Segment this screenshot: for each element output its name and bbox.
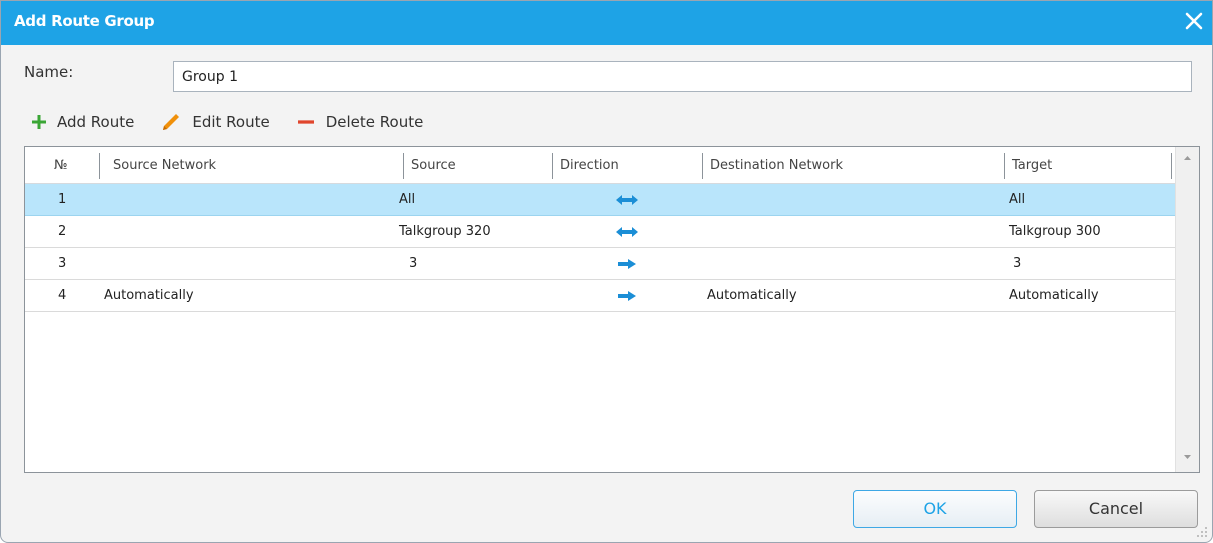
table-row[interactable]: 3 3 3 (25, 248, 1175, 280)
column-header-destination-network[interactable]: Destination Network (704, 147, 843, 184)
row-number: 1 (58, 192, 67, 207)
column-header-source[interactable]: Source (405, 147, 456, 184)
target-cell: 3 (1013, 256, 1022, 271)
add-route-button[interactable]: Add Route (31, 113, 134, 131)
routes-table-body: № Source Network Source Direction Destin… (25, 147, 1175, 472)
scroll-up-icon[interactable] (1176, 149, 1199, 167)
delete-route-label: Delete Route (325, 113, 424, 131)
routes-table: № Source Network Source Direction Destin… (24, 146, 1200, 473)
row-number: 2 (58, 224, 67, 239)
resize-grip-icon[interactable] (1196, 526, 1208, 538)
table-row[interactable]: 1 All All (25, 184, 1175, 216)
target-cell: All (1009, 192, 1026, 207)
double-arrow-icon (615, 226, 639, 238)
dialog-titlebar: Add Route Group (1, 1, 1212, 45)
table-row[interactable]: 2 Talkgroup 320 Talkgroup 300 (25, 216, 1175, 248)
name-input[interactable] (173, 61, 1192, 92)
column-divider[interactable] (702, 153, 703, 179)
minus-icon (297, 120, 314, 124)
double-arrow-icon (615, 194, 639, 206)
column-header-source-network[interactable]: Source Network (107, 147, 216, 184)
dialog-title: Add Route Group (14, 12, 155, 30)
plus-icon (32, 115, 46, 129)
column-divider[interactable] (99, 153, 100, 179)
vertical-scrollbar[interactable] (1175, 147, 1199, 472)
target-cell: Automatically (1009, 288, 1099, 303)
cancel-button[interactable]: Cancel (1034, 490, 1198, 528)
scroll-down-icon[interactable] (1176, 448, 1199, 466)
column-divider[interactable] (1004, 153, 1005, 179)
add-route-group-dialog: Add Route Group Name: Add Route Edit Rou… (0, 0, 1213, 543)
route-toolbar: Add Route Edit Route Delete Route (31, 109, 449, 135)
close-icon[interactable] (1182, 9, 1206, 33)
name-label: Name: (24, 63, 74, 81)
edit-route-label: Edit Route (192, 113, 270, 131)
delete-route-button[interactable]: Delete Route (296, 113, 424, 131)
right-arrow-icon (617, 258, 637, 270)
source-cell: All (399, 192, 416, 207)
edit-route-button[interactable]: Edit Route (160, 112, 270, 132)
target-cell: Talkgroup 300 (1009, 224, 1101, 239)
column-divider[interactable] (403, 153, 404, 179)
source-network-cell: Automatically (104, 288, 194, 303)
right-arrow-icon (617, 290, 637, 302)
column-header-direction[interactable]: Direction (554, 147, 619, 184)
column-divider[interactable] (552, 153, 553, 179)
column-divider[interactable] (1171, 153, 1172, 179)
row-number: 4 (58, 288, 67, 303)
table-row[interactable]: 4 Automatically Automatically Automatica… (25, 280, 1175, 312)
source-cell: 3 (409, 256, 418, 271)
add-route-label: Add Route (57, 113, 135, 131)
column-header-target[interactable]: Target (1006, 147, 1052, 184)
source-cell: Talkgroup 320 (399, 224, 491, 239)
table-header: № Source Network Source Direction Destin… (25, 147, 1175, 184)
row-number: 3 (58, 256, 67, 271)
column-header-number[interactable]: № (48, 147, 68, 184)
ok-button[interactable]: OK (853, 490, 1017, 528)
pencil-icon (163, 114, 180, 130)
destination-network-cell: Automatically (707, 288, 797, 303)
